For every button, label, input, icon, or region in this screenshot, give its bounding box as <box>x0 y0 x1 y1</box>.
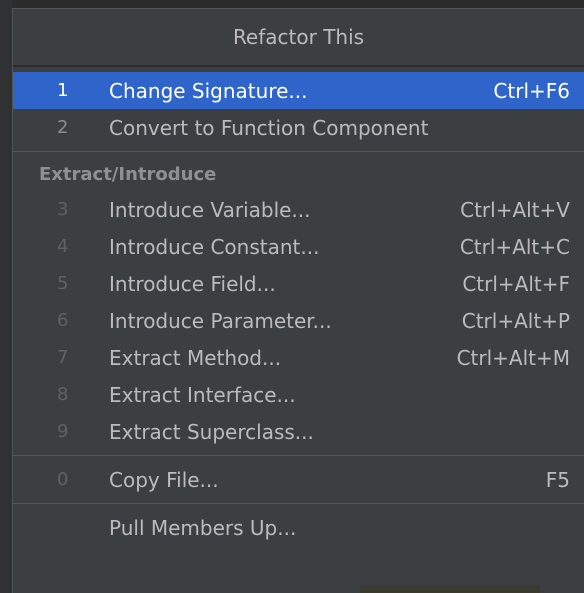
menu-item-introduce-field[interactable]: 5 Introduce Field... Ctrl+Alt+F <box>13 265 584 302</box>
mnemonic-number: 4 <box>57 236 69 257</box>
menu-item-label: Introduce Variable... <box>109 197 311 222</box>
menu-item-label: Pull Members Up... <box>109 515 297 540</box>
mnemonic-number: 1 <box>57 80 69 101</box>
menu-item-label: Change Signature... <box>109 78 308 103</box>
menu-item-label: Introduce Constant... <box>109 234 320 259</box>
mnemonic-number: 9 <box>57 421 69 442</box>
menu-item-extract-superclass[interactable]: 9 Extract Superclass... <box>13 413 584 450</box>
menu-item-extract-interface[interactable]: 8 Extract Interface... <box>13 376 584 413</box>
mnemonic-number: 5 <box>57 273 69 294</box>
mnemonic-number: 8 <box>57 384 69 405</box>
menu-item-convert-to-function-component[interactable]: 2 Convert to Function Component <box>13 109 584 146</box>
menu-item-introduce-parameter[interactable]: 6 Introduce Parameter... Ctrl+Alt+P <box>13 302 584 339</box>
menu-item-label: Extract Method... <box>109 345 282 370</box>
menu-item-change-signature[interactable]: 1 Change Signature... Ctrl+F6 <box>13 72 584 109</box>
menu-separator <box>13 151 584 152</box>
popup-title: Refactor This <box>13 9 584 67</box>
mnemonic-number: 0 <box>57 469 69 490</box>
menu-item-introduce-constant[interactable]: 4 Introduce Constant... Ctrl+Alt+C <box>13 228 584 265</box>
menu-item-label: Introduce Parameter... <box>109 308 332 333</box>
mnemonic-number: 3 <box>57 199 69 220</box>
editor-gutter <box>0 0 12 593</box>
menu-item-extract-method[interactable]: 7 Extract Method... Ctrl+Alt+M <box>13 339 584 376</box>
refactor-this-popup: Refactor This 1 Change Signature... Ctrl… <box>12 8 584 593</box>
mnemonic-number: 6 <box>57 310 69 331</box>
menu-item-label: Introduce Field... <box>109 271 276 296</box>
menu-item-label: Copy File... <box>109 467 219 492</box>
menu-item-shortcut: Ctrl+Alt+M <box>456 345 570 370</box>
menu-item-copy-file[interactable]: 0 Copy File... F5 <box>13 461 584 498</box>
menu-item-introduce-variable[interactable]: 3 Introduce Variable... Ctrl+Alt+V <box>13 191 584 228</box>
menu-item-shortcut: Ctrl+Alt+C <box>459 234 570 259</box>
mnemonic-number: 2 <box>57 117 69 138</box>
menu-item-pull-members-up[interactable]: Pull Members Up... <box>13 509 584 546</box>
menu-item-label: Extract Interface... <box>109 382 296 407</box>
menu-separator <box>13 503 584 504</box>
menu-item-shortcut: Ctrl+Alt+P <box>461 308 570 333</box>
menu-item-label: Convert to Function Component <box>109 115 429 140</box>
menu-item-shortcut: Ctrl+Alt+V <box>460 197 570 222</box>
section-header-extract-introduce: Extract/Introduce <box>39 163 217 185</box>
editor-underlay-strip <box>360 585 540 593</box>
menu-separator <box>13 455 584 456</box>
menu-item-shortcut: F5 <box>545 467 570 492</box>
menu-item-shortcut: Ctrl+Alt+F <box>462 271 570 296</box>
menu-item-shortcut: Ctrl+F6 <box>493 78 570 103</box>
mnemonic-number: 7 <box>57 347 69 368</box>
menu-item-label: Extract Superclass... <box>109 419 314 444</box>
